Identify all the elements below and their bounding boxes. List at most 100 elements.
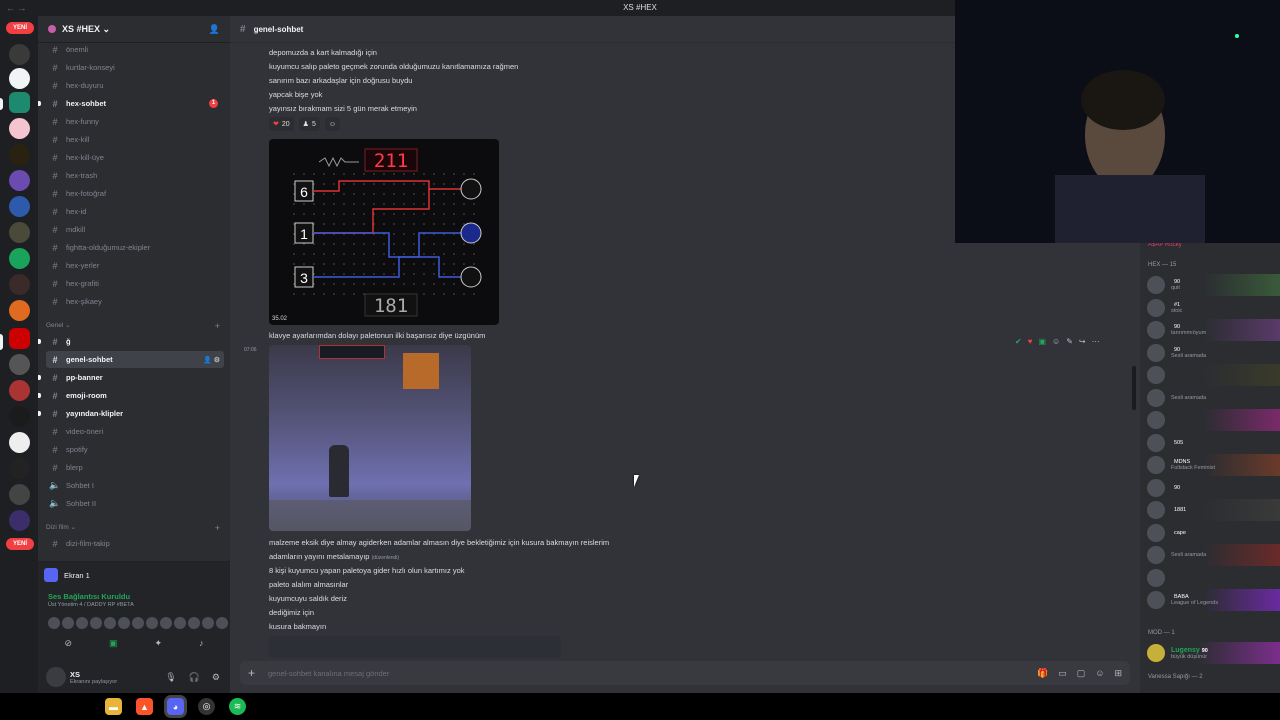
activity-icon[interactable] bbox=[174, 617, 186, 629]
channel-item[interactable]: # blerp bbox=[46, 459, 224, 476]
server-icon[interactable] bbox=[9, 68, 30, 89]
member-row[interactable]: Sesli aramada bbox=[1140, 544, 1280, 566]
voice-channel-item[interactable]: 🔈 Sohbet I bbox=[46, 477, 224, 494]
member-row[interactable] bbox=[1140, 409, 1280, 431]
add-reaction-icon[interactable]: ☺ bbox=[1052, 337, 1060, 346]
channel-item[interactable]: # hex-duyuru bbox=[46, 77, 224, 94]
member-row[interactable]: 90 quit bbox=[1140, 274, 1280, 296]
money-reaction-icon[interactable]: ▣ bbox=[1038, 337, 1046, 346]
member-row[interactable]: 90 tanrımmıöyum bbox=[1140, 319, 1280, 341]
stream-preview[interactable]: Ekran 1 bbox=[44, 566, 224, 584]
heart-reaction-icon[interactable]: ♥ bbox=[1028, 337, 1033, 346]
attach-plus-icon[interactable]: + bbox=[248, 666, 268, 680]
channel-item[interactable]: # hex-kill bbox=[46, 131, 224, 148]
channel-item-unread[interactable]: # pp-banner bbox=[38, 369, 224, 386]
discord-icon[interactable]: ◕ bbox=[167, 698, 184, 715]
activity-icon[interactable] bbox=[48, 617, 60, 629]
member-row[interactable]: cape bbox=[1140, 522, 1280, 544]
channel-settings-icon[interactable]: 👤 ⚙ bbox=[203, 356, 220, 364]
channel-item-unread[interactable]: # ğ bbox=[38, 333, 224, 350]
camera-off-icon[interactable]: ⊘ bbox=[64, 638, 72, 654]
voice-channel-path[interactable]: Üst Yönetim 4 / DADDY RP #BETA bbox=[48, 602, 134, 608]
reaction[interactable]: ❤ 20 bbox=[269, 117, 294, 131]
activity-icon[interactable] bbox=[132, 617, 144, 629]
gif-icon[interactable]: ▭ bbox=[1058, 668, 1067, 679]
member-row[interactable]: 90 Sesli aramada bbox=[1140, 342, 1280, 364]
channel-item[interactable]: # hex-trash bbox=[46, 167, 224, 184]
channel-item[interactable]: # spotify bbox=[46, 441, 224, 458]
channel-item[interactable]: # hex-grafiti bbox=[46, 275, 224, 292]
game-screenshot-image[interactable] bbox=[269, 345, 471, 531]
message-input[interactable] bbox=[268, 668, 868, 678]
sticker-icon[interactable]: ▢ bbox=[1077, 668, 1086, 679]
channel-item[interactable]: # hex-funny bbox=[46, 113, 224, 130]
member-row[interactable]: 1881 bbox=[1140, 499, 1280, 521]
channel-item[interactable]: # kurtlar-konseyi bbox=[46, 59, 224, 76]
server-icon[interactable] bbox=[9, 118, 30, 139]
add-member-icon[interactable]: 👤 bbox=[209, 24, 220, 35]
reply-icon[interactable]: ↪ bbox=[1079, 337, 1086, 346]
server-icon[interactable] bbox=[9, 510, 30, 531]
member-row[interactable]: 90 bbox=[1140, 477, 1280, 499]
apps-icon[interactable]: ⊞ bbox=[1114, 668, 1122, 679]
channel-item[interactable]: # önemli bbox=[46, 43, 224, 58]
channel-item-active[interactable]: # genel-sohbet 👤 ⚙ bbox=[46, 351, 224, 368]
channel-item[interactable]: # hex-yerler bbox=[46, 257, 224, 274]
soundboard-icon[interactable]: ♪ bbox=[199, 638, 204, 654]
activity-icon[interactable] bbox=[76, 617, 88, 629]
member-row[interactable]: 505 bbox=[1140, 432, 1280, 454]
activity-icon[interactable] bbox=[160, 617, 172, 629]
channel-item[interactable]: # hex-fotoğraf bbox=[46, 185, 224, 202]
server-icon[interactable] bbox=[9, 274, 30, 295]
activity-icon[interactable] bbox=[62, 617, 74, 629]
channel-item-unread[interactable]: # emoji-room bbox=[38, 387, 224, 404]
server-icon[interactable] bbox=[9, 222, 30, 243]
channel-item-unread[interactable]: # hex-sohbet 1 bbox=[38, 95, 224, 112]
add-reaction-button[interactable]: ☺ bbox=[324, 117, 341, 131]
server-icon[interactable] bbox=[9, 170, 30, 191]
folder-icon[interactable]: ▬ bbox=[105, 698, 122, 715]
history-nav[interactable]: ← → bbox=[6, 0, 27, 16]
channel-item[interactable]: # hex-id bbox=[46, 203, 224, 220]
server-icon[interactable] bbox=[9, 44, 30, 65]
voice-connected-status[interactable]: Ses Bağlantısı Kuruldu bbox=[48, 592, 130, 601]
microphone-icon[interactable]: 🎙 bbox=[165, 672, 176, 683]
channel-item[interactable]: # fightta-olduğumuz-ekipler bbox=[46, 239, 224, 256]
activity-icon[interactable] bbox=[90, 617, 102, 629]
member-row[interactable]: BABA League of Legends bbox=[1140, 589, 1280, 611]
activity-icon[interactable] bbox=[104, 617, 116, 629]
channel-item[interactable]: # hex-şikaey bbox=[46, 293, 224, 310]
check-reaction-icon[interactable]: ✔ bbox=[1015, 337, 1022, 346]
create-channel-icon[interactable]: + bbox=[215, 523, 220, 533]
emoji-icon[interactable]: ☺ bbox=[1095, 668, 1104, 679]
create-channel-icon[interactable]: + bbox=[215, 321, 220, 331]
more-options-icon[interactable]: ⋯ bbox=[1092, 337, 1100, 346]
server-icon[interactable] bbox=[9, 92, 30, 113]
reaction[interactable]: ♟ 5 bbox=[298, 117, 320, 131]
server-icon[interactable] bbox=[9, 248, 30, 269]
server-icon[interactable] bbox=[9, 300, 30, 321]
headphones-icon[interactable]: 🎧 bbox=[189, 672, 200, 683]
activity-icon[interactable] bbox=[118, 617, 130, 629]
activity-launcher-icon[interactable]: ✦ bbox=[154, 638, 162, 654]
activity-icon[interactable] bbox=[188, 617, 200, 629]
server-icon-active[interactable] bbox=[9, 328, 30, 349]
chat-scrollbar[interactable] bbox=[1132, 366, 1136, 410]
server-icon[interactable] bbox=[9, 380, 30, 401]
gear-icon[interactable]: ⚙ bbox=[212, 672, 220, 683]
channel-item[interactable]: # dizi-film-takip bbox=[46, 535, 224, 552]
channel-item[interactable]: # mdkill bbox=[46, 221, 224, 238]
voice-channel-item[interactable]: 🔈 Sohbet II bbox=[46, 495, 224, 512]
category-dizi-film[interactable]: Dizi film ⌄ + bbox=[46, 523, 224, 535]
activity-icon[interactable] bbox=[146, 617, 158, 629]
activity-icon[interactable] bbox=[202, 617, 214, 629]
member-row[interactable]: Sesli aramada bbox=[1140, 387, 1280, 409]
member-row[interactable]: #1 stoic bbox=[1140, 297, 1280, 319]
member-row[interactable]: Lugensy 90 büyük düşünür bbox=[1140, 642, 1280, 664]
channel-item-unread[interactable]: # yayından-klipler bbox=[38, 405, 224, 422]
server-icon[interactable] bbox=[9, 432, 30, 453]
server-icon[interactable] bbox=[9, 484, 30, 505]
gift-icon[interactable]: 🎁 bbox=[1037, 668, 1048, 679]
member-row[interactable] bbox=[1140, 567, 1280, 589]
member-row[interactable]: MDNS Fullstack Feminist bbox=[1140, 454, 1280, 476]
